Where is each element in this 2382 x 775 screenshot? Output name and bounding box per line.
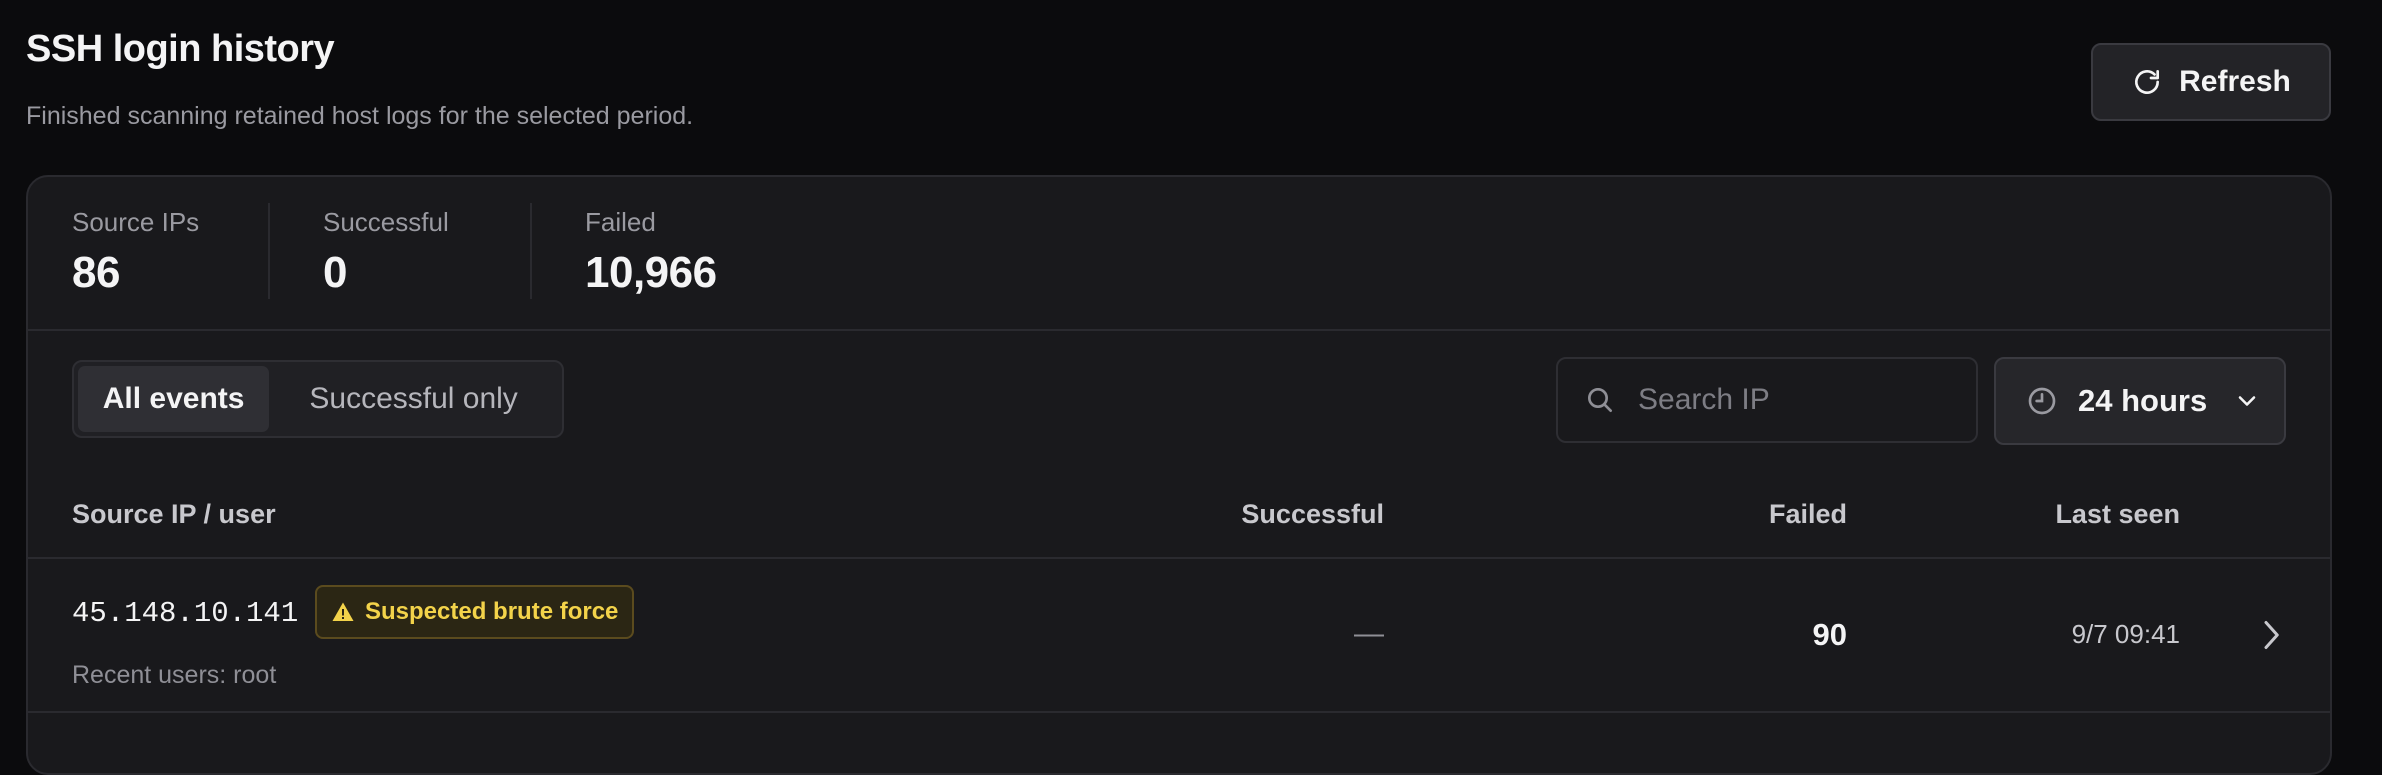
filter-successful-only[interactable]: Successful only [269,366,558,432]
table-row[interactable]: 45.148.10.141 Suspected brute force Rece… [28,559,2330,713]
stat-successful: Successful 0 [323,207,449,298]
chevron-right-icon[interactable] [2256,615,2286,655]
filter-all-events[interactable]: All events [78,366,270,432]
search-icon [1588,388,1612,412]
source-ip: 45.148.10.141 [72,597,299,630]
warning-icon [332,602,354,621]
search-box[interactable] [1556,357,1978,443]
stat-divider [530,203,532,299]
time-range-value: 24 hours [2078,383,2208,418]
stat-label: Failed [585,207,656,237]
stat-label: Source IPs [72,207,200,237]
stat-failed: Failed 10,966 [585,207,717,298]
stat-value: 0 [323,248,347,297]
refresh-label: Refresh [2179,65,2291,98]
event-filter: All events Successful only [72,360,564,438]
column-header-successful[interactable]: Successful [1241,499,1384,530]
time-range-select[interactable]: 24 hours [1994,357,2286,445]
chevron-down-icon [2238,396,2256,406]
search-input[interactable] [1638,383,1938,417]
recent-users: Recent users: root [72,661,277,689]
page-title: SSH login history [26,28,335,70]
status-badge: Suspected brute force [315,585,635,639]
stat-value: 86 [72,248,120,297]
ssh-history-card: Source IPs 86 Successful 0 Failed 10,966… [26,175,2332,775]
stat-source-ips: Source IPs 86 [72,207,199,298]
stat-value: 10,966 [585,248,717,297]
page-subtitle: Finished scanning retained host logs for… [26,102,694,130]
cell-successful: — [1354,617,1384,650]
refresh-icon [2135,70,2160,94]
stats-bar: Source IPs 86 Successful 0 Failed 10,966 [28,177,2330,331]
refresh-button[interactable]: Refresh [2091,43,2331,121]
stat-label: Successful [323,207,449,237]
badge-label: Suspected brute force [365,598,619,625]
column-header-failed[interactable]: Failed [1769,499,1847,530]
cell-last-seen: 9/7 09:41 [2071,619,2180,649]
cell-failed: 90 [1812,617,1847,652]
column-header-last-seen[interactable]: Last seen [2055,499,2180,530]
stat-divider [268,203,270,299]
clock-icon [2028,387,2056,415]
row-divider [28,711,2330,713]
column-header-source[interactable]: Source IP / user [72,499,276,530]
